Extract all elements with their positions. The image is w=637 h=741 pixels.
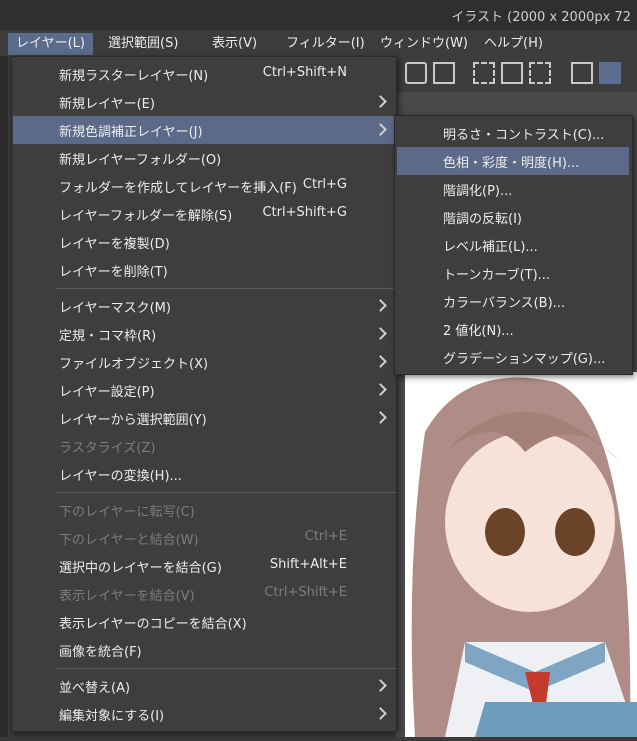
tool-options-bar [395,56,637,92]
menu-item-merge-visible-copy[interactable]: 表示レイヤーのコピーを結合(X) [13,608,395,636]
menu-item-duplicate-layer[interactable]: レイヤーを複製(D) [13,228,395,256]
menu-separator [56,668,396,669]
correction-layer-submenu: 明るさ・コントラスト(C)... 色相・彩度・明度(H)... 階調化(P)..… [394,115,633,375]
menu-item-merge-visible: 表示レイヤーを結合(V) Ctrl+Shift+E [59,585,347,604]
menu-item-release-folder[interactable]: レイヤーフォルダーを解除(S) Ctrl+Shift+G [13,200,395,228]
menu-item-new-layer-folder[interactable]: 新規レイヤーフォルダー(O) [13,144,395,172]
submenu-item-levels[interactable]: レベル補正(L)... [397,231,629,259]
menu-filter[interactable]: フィルター(I) [278,33,373,55]
chevron-right-icon [374,383,387,396]
menu-item-ruler-frame[interactable]: 定規・コマ枠(R) [13,320,395,348]
gradient-icon[interactable] [501,62,523,84]
chevron-right-icon [374,299,387,312]
menu-item-new-correction-layer[interactable]: 新規色調補正レイヤー(J) [13,116,395,144]
menu-item-transfer-to-lower: 下のレイヤーに転写(C) [59,505,195,520]
menu-window[interactable]: ウィンドウ(W) [372,33,476,55]
menu-item-merge-selected[interactable]: 選択中のレイヤーを結合(G) Shift+Alt+E [13,552,395,580]
brush-icon[interactable] [599,62,621,84]
menu-item-new-layer[interactable]: 新規レイヤー(E) [13,88,395,116]
submenu-item-brightness-contrast[interactable]: 明るさ・コントラスト(C)... [397,119,629,147]
menu-item-new-raster-layer[interactable]: 新規ラスターレイヤー(N) Ctrl+Shift+N [13,60,395,88]
menu-item-set-edit-target[interactable]: 編集対象にする(I) [13,700,395,728]
layer-menu: 新規ラスターレイヤー(N) Ctrl+Shift+N 新規レイヤー(E) 新規色… [11,56,397,732]
menu-help[interactable]: ヘルプ(H) [476,33,551,55]
submenu-item-color-balance[interactable]: カラーバランス(B)... [397,287,629,315]
menu-item-delete-layer[interactable]: レイヤーを削除(T) [13,256,395,284]
menu-item-rasterize: ラスタライズ(Z) [59,441,156,456]
left-panel-strip [0,56,8,737]
menu-selection[interactable]: 選択範囲(S) [100,33,186,55]
chevron-right-icon [374,355,387,368]
menu-view[interactable]: 表示(V) [204,33,265,55]
submenu-item-binarize[interactable]: 2 値化(N)... [397,315,629,343]
chevron-right-icon [374,327,387,340]
submenu-item-tone-curve[interactable]: トーンカーブ(T)... [397,259,629,287]
title-bar: イラスト (2000 x 2000px 72 [0,0,637,30]
menu-item-file-object[interactable]: ファイルオブジェクト(X) [13,348,395,376]
chevron-right-icon [374,123,387,136]
submenu-item-posterize[interactable]: 階調化(P)... [397,175,629,203]
menu-item-selection-from-layer[interactable]: レイヤーから選択範囲(Y) [13,404,395,432]
chevron-right-icon [374,679,387,692]
selection-icon[interactable] [473,62,495,84]
chevron-right-icon [374,95,387,108]
correct-line-icon[interactable] [571,62,593,84]
menu-item-layer-settings[interactable]: レイヤー設定(P) [13,376,395,404]
menu-item-merge-with-lower: 下のレイヤーと結合(W) Ctrl+E [59,529,347,548]
menu-layer[interactable]: レイヤー(L) [8,33,93,55]
character-illustration [411,377,637,737]
menu-item-flatten-image[interactable]: 画像を統合(F) [13,636,395,664]
submenu-item-hue-saturation[interactable]: 色相・彩度・明度(H)... [397,147,629,175]
menu-item-arrange[interactable]: 並べ替え(A) [13,672,395,700]
submenu-item-invert[interactable]: 階調の反転(I) [397,203,629,231]
submenu-item-gradient-map[interactable]: グラデーションマップ(G)... [397,343,629,371]
menu-item-convert-layer[interactable]: レイヤーの変換(H)... [13,460,395,488]
marquee-icon[interactable] [529,62,551,84]
menu-item-layer-mask[interactable]: レイヤーマスク(M) [13,292,395,320]
fill-icon[interactable] [405,62,427,84]
menu-bar: レイヤー(L) 選択範囲(S) 表示(V) フィルター(I) ウィンドウ(W) … [0,30,637,56]
transform-icon[interactable] [433,62,455,84]
menu-separator [56,288,396,289]
window-title: イラスト (2000 x 2000px 72 [451,10,631,25]
menu-item-create-folder-insert[interactable]: フォルダーを作成してレイヤーを挿入(F) Ctrl+G [13,172,395,200]
chevron-right-icon [374,707,387,720]
chevron-right-icon [374,411,387,424]
illustration-canvas[interactable] [405,372,637,737]
menu-separator [56,492,396,493]
